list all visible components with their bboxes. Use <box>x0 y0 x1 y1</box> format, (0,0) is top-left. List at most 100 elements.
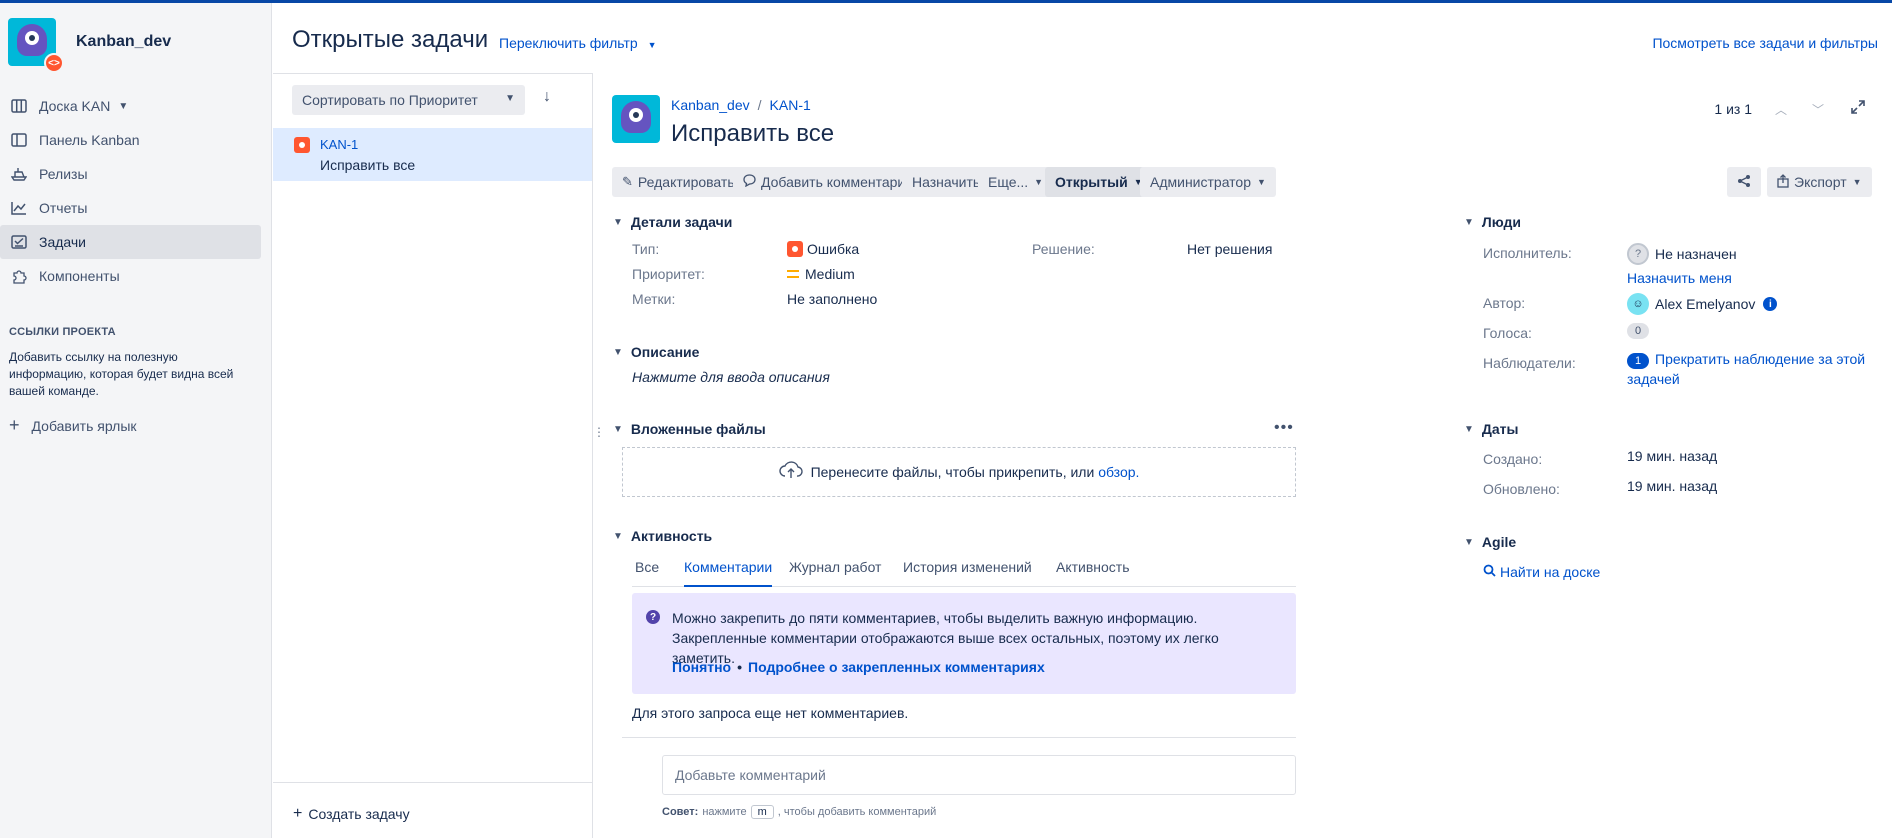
sort-dropdown[interactable]: Сортировать по Приоритет ▼ <box>292 85 525 115</box>
sidebar-item-reports[interactable]: Отчеты <box>0 191 260 225</box>
tab-worklog[interactable]: Журнал работ <box>789 559 881 587</box>
user-avatar: ☺ <box>1627 293 1649 315</box>
labels-value[interactable]: Не заполнено <box>787 291 877 307</box>
votes-badge: 0 <box>1627 323 1649 339</box>
description-placeholder[interactable]: Нажмите для ввода описания <box>632 369 830 385</box>
plus-icon: + <box>9 415 20 435</box>
sidebar-item-releases[interactable]: Релизы <box>0 157 260 191</box>
sidebar-item-label: Доска KAN <box>39 98 111 114</box>
share-button[interactable] <box>1727 167 1761 197</box>
sidebar-item-board[interactable]: Доска KAN ▼ <box>0 89 260 123</box>
pencil-icon: ✎ <box>622 174 633 189</box>
create-issue-label: Создать задачу <box>308 806 410 822</box>
comment-tip: Совет: нажмите m , чтобы добавить коммен… <box>662 805 936 819</box>
stop-watching-link[interactable]: Прекратить наблюдение за этой задачей <box>1627 351 1865 387</box>
tab-history[interactable]: История изменений <box>903 559 1032 587</box>
tab-activity[interactable]: Активность <box>1056 559 1130 587</box>
pager-count: 1 из 1 <box>1714 101 1752 117</box>
type-value: Ошибка <box>787 241 859 257</box>
issue-key[interactable]: KAN-1 <box>320 137 358 152</box>
description-heading: Описание <box>630 344 700 360</box>
attachments-section-toggle[interactable]: ▼ Вложенные файлы <box>613 421 766 437</box>
chevron-up-icon[interactable]: ︿ <box>1775 101 1787 118</box>
kanban-icon <box>10 131 28 149</box>
more-options-icon[interactable]: ••• <box>1274 419 1294 437</box>
created-value: 19 мин. назад <box>1627 448 1718 464</box>
project-header[interactable]: <> Kanban_dev <box>8 18 172 73</box>
project-sidebar: <> Kanban_dev Доска KAN ▼ Панель Kanban … <box>0 3 272 838</box>
chevron-down-icon: ▼ <box>613 530 623 542</box>
unassigned-avatar-icon: ? <box>1627 243 1649 265</box>
export-button[interactable]: Экспорт ▼ <box>1767 167 1872 197</box>
pin-info-links: Понятно • Подробнее о закрепленных коммент… <box>672 659 1045 675</box>
tab-comments[interactable]: Комментарии <box>684 559 773 587</box>
assign-to-me-link[interactable]: Назначить меня <box>1627 270 1732 286</box>
sidebar-item-kanban[interactable]: Панель Kanban <box>0 123 260 157</box>
sidebar-item-label: Релизы <box>39 166 88 182</box>
status-button[interactable]: Открытый ▼ <box>1045 167 1153 197</box>
export-label: Экспорт <box>1794 174 1847 190</box>
reporter-value[interactable]: ☺ Alex Emelyanov i <box>1627 293 1778 315</box>
tip-pre: нажмите <box>702 806 747 818</box>
votes-label: Голоса: <box>1483 325 1532 341</box>
more-button[interactable]: Еще... ▼ <box>978 167 1054 197</box>
find-on-board-link[interactable]: Найти на доске <box>1483 564 1600 580</box>
edit-button[interactable]: ✎ Редактировать <box>612 167 745 197</box>
list-item[interactable]: KAN-1 Исправить все <box>273 128 592 181</box>
sort-direction-icon[interactable]: ↓ <box>543 88 551 106</box>
chevron-down-icon: ▼ <box>1257 177 1266 187</box>
dates-section-toggle[interactable]: ▼ Даты <box>1464 421 1518 437</box>
sidebar-item-issues[interactable]: Задачи <box>0 225 261 259</box>
got-it-link[interactable]: Понятно <box>672 659 731 675</box>
no-comments-text: Для этого запроса еще нет комментариев. <box>632 705 909 721</box>
divider <box>622 737 1296 738</box>
project-name: Kanban_dev <box>76 33 172 50</box>
people-section-toggle[interactable]: ▼ Люди <box>1464 214 1521 230</box>
details-section-toggle[interactable]: ▼ Детали задачи <box>613 214 732 230</box>
top-accent-bar <box>0 0 1892 3</box>
description-section-toggle[interactable]: ▼ Описание <box>613 344 699 360</box>
info-icon[interactable]: i <box>1763 297 1778 311</box>
chevron-down-icon: ▼ <box>1464 536 1474 548</box>
votes-value[interactable]: 0 <box>1627 323 1649 339</box>
sidebar-item-components[interactable]: Компоненты <box>0 259 260 293</box>
learn-more-link[interactable]: Подробнее о закрепленных комментариях <box>748 659 1045 675</box>
admin-button[interactable]: Администратор ▼ <box>1140 167 1276 197</box>
find-on-board-label: Найти на доске <box>1500 564 1601 580</box>
attachment-drop-zone[interactable]: Перенесите файлы, чтобы прикрепить, или … <box>622 447 1296 497</box>
comment-input[interactable] <box>662 755 1296 795</box>
page-title: Открытые задачи <box>292 26 489 53</box>
chevron-down-icon: ▼ <box>1034 177 1044 187</box>
browse-link[interactable]: обзор. <box>1098 464 1139 480</box>
issue-title[interactable]: Исправить все <box>671 120 834 148</box>
comment-icon <box>743 174 756 190</box>
assignee-label: Исполнитель: <box>1483 245 1572 261</box>
breadcrumb-project[interactable]: Kanban_dev <box>671 97 750 113</box>
priority-text: Medium <box>805 266 855 282</box>
resolution-value: Нет решения <box>1187 241 1273 257</box>
project-links-title: ССЫЛКИ ПРОЕКТА <box>9 326 116 338</box>
add-comment-button[interactable]: Добавить комментарий <box>733 167 924 197</box>
pinned-comments-info: ? Можно закрепить до пяти комментариев, … <box>632 593 1296 694</box>
create-issue-button[interactable]: + Создать задачу <box>293 805 410 823</box>
breadcrumb-issue-key[interactable]: KAN-1 <box>770 97 811 113</box>
type-label: Тип: <box>632 241 660 257</box>
issue-summary: Исправить все <box>320 157 416 173</box>
chevron-down-icon: ▼ <box>613 423 623 435</box>
activity-section-toggle[interactable]: ▼ Активность <box>613 528 712 544</box>
reporter-label: Автор: <box>1483 295 1526 311</box>
assignee-value[interactable]: ? Не назначен <box>1627 243 1737 265</box>
assign-button[interactable]: Назначить <box>902 167 991 197</box>
status-label: Открытый <box>1055 174 1128 190</box>
switch-filter-button[interactable]: Переключить фильтр ▼ <box>499 35 657 51</box>
dates-heading: Даты <box>1481 421 1519 437</box>
chevron-down-icon[interactable]: ﹀ <box>1812 101 1824 118</box>
breadcrumb-separator: / <box>757 97 762 113</box>
priority-value[interactable]: Medium <box>787 266 855 282</box>
view-all-issues-link[interactable]: Посмотреть все задачи и фильтры <box>1652 35 1878 51</box>
add-shortcut-button[interactable]: + Добавить ярлык <box>9 415 137 436</box>
tab-all[interactable]: Все <box>635 559 659 587</box>
expand-icon[interactable] <box>1851 100 1865 117</box>
updated-label: Обновлено: <box>1483 481 1560 497</box>
agile-section-toggle[interactable]: ▼ Agile <box>1464 534 1516 550</box>
